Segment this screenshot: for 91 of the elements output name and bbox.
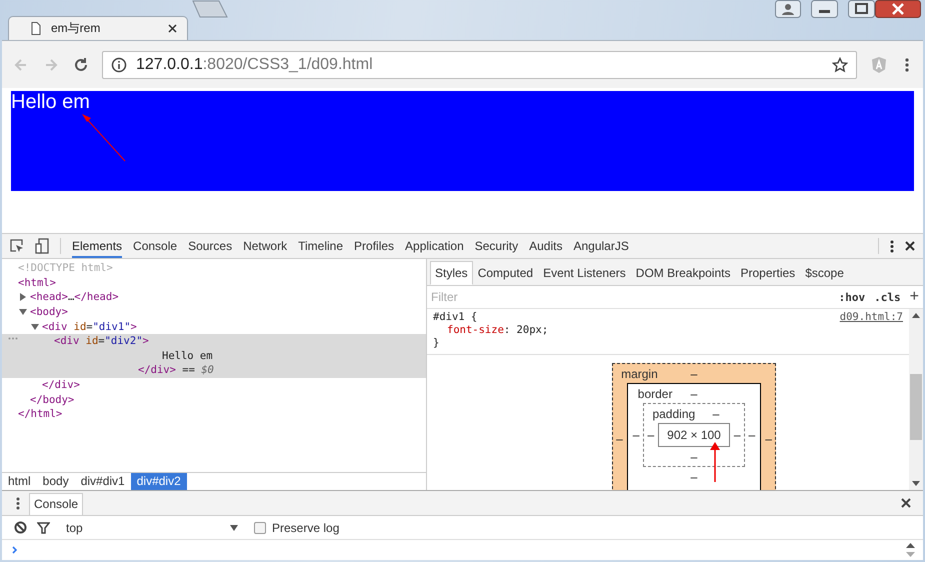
add-rule-button[interactable]: +: [910, 288, 919, 306]
dom-node-text[interactable]: </div>: [42, 379, 80, 392]
source-link[interactable]: d09.html:7: [840, 311, 903, 324]
maximize-button[interactable]: [848, 0, 875, 18]
devtools-tab[interactable]: Profiles: [354, 234, 394, 258]
close-icon[interactable]: [905, 241, 915, 251]
disclosure-triangle-icon[interactable]: [19, 293, 27, 302]
box-value: –: [646, 428, 656, 442]
close-icon[interactable]: [901, 498, 911, 508]
devtools-tab[interactable]: Network: [243, 234, 288, 258]
menu-icon[interactable]: [890, 240, 894, 252]
dom-node-text[interactable]: Hello em: [162, 350, 213, 362]
css-declaration: font-size: 20px;: [446, 324, 550, 337]
box-value: –: [690, 470, 698, 484]
document-icon: [31, 22, 41, 35]
box-label: margin: [621, 367, 658, 381]
info-icon[interactable]: [111, 56, 127, 72]
dom-node-text[interactable]: </html>: [18, 408, 62, 420]
devtools-tab[interactable]: Timeline: [298, 234, 344, 258]
content-size: 902 × 100: [658, 423, 730, 447]
devtools-tab[interactable]: Console: [133, 234, 178, 258]
browser-tab[interactable]: em与rem: [8, 16, 188, 40]
breadcrumb-item[interactable]: body: [36, 473, 75, 490]
box-label: padding: [652, 407, 696, 421]
styles-tab[interactable]: Computed: [472, 261, 538, 285]
preserve-log-checkbox[interactable]: [254, 522, 266, 534]
scroll-arrows-icon[interactable]: [906, 542, 915, 558]
star-icon[interactable]: [832, 56, 848, 72]
devtools-tab[interactable]: Sources: [188, 234, 232, 258]
prompt-chevron-icon: [12, 546, 18, 554]
dom-node-text[interactable]: <body>: [30, 306, 68, 318]
dom-node-text[interactable]: </body>: [30, 394, 74, 406]
device-icon[interactable]: [35, 238, 49, 254]
box-value: –: [748, 428, 756, 442]
scroll-down-icon[interactable]: [912, 481, 920, 486]
reload-button[interactable]: [72, 56, 90, 74]
inspect-icon[interactable]: [10, 239, 24, 253]
address-bar[interactable]: 127.0.0.1:8020/CSS3_1/d09.html: [102, 50, 857, 78]
dom-node-text[interactable]: <div id="div2">: [54, 335, 149, 348]
devtools-tab[interactable]: Elements: [72, 234, 122, 258]
styles-tab[interactable]: DOM Breakpoints: [630, 261, 736, 285]
drawer-tab[interactable]: Console: [29, 493, 84, 515]
dom-node-text[interactable]: </div> == $0: [138, 364, 214, 376]
page-text: Hello em: [11, 91, 90, 113]
box-value: –: [690, 366, 698, 380]
caret-icon[interactable]: [230, 524, 238, 530]
box-value: –: [615, 432, 624, 446]
close-button[interactable]: [875, 0, 921, 18]
scroll-up-icon[interactable]: [912, 313, 920, 318]
box-value: –: [732, 428, 742, 442]
css-brace: }: [433, 337, 440, 350]
user-icon[interactable]: [775, 0, 801, 18]
dom-node-text[interactable]: <div id="div1">: [42, 320, 137, 333]
breadcrumb-item[interactable]: html: [2, 473, 37, 490]
context-select[interactable]: top: [60, 520, 238, 534]
annotation-arrow: [81, 113, 127, 163]
close-icon[interactable]: [168, 24, 177, 33]
box-value: –: [690, 450, 698, 464]
hov-button[interactable]: :hov: [838, 290, 866, 304]
styles-tab[interactable]: Styles: [430, 261, 473, 285]
devtools-tab[interactable]: Audits: [529, 234, 562, 258]
styles-tab[interactable]: Properties: [735, 261, 800, 285]
checkbox-label: Preserve log: [272, 520, 340, 534]
menu-icon[interactable]: [905, 58, 909, 72]
disclosure-triangle-icon[interactable]: [19, 308, 27, 316]
dom-node-text[interactable]: <head>…</head>: [30, 291, 119, 304]
breadcrumb-item[interactable]: div#div1: [74, 473, 131, 490]
menu-icon[interactable]: [16, 496, 20, 510]
devtools-tab[interactable]: Application: [405, 234, 464, 258]
clear-console-icon[interactable]: [14, 521, 27, 534]
styles-tab[interactable]: Event Listeners: [538, 261, 631, 285]
breadcrumb-item[interactable]: div#div2: [130, 473, 187, 490]
box-label: border: [638, 387, 672, 401]
box-value: –: [690, 386, 698, 400]
url-text: 127.0.0.1:8020/CSS3_1/d09.html: [136, 56, 373, 74]
minimize-button[interactable]: [811, 0, 838, 18]
css-selector: #div1 {: [433, 311, 478, 324]
devtools-tab[interactable]: Security: [474, 234, 518, 258]
filter-field[interactable]: Filter: [431, 290, 830, 304]
devtools-tab[interactable]: AngularJS: [573, 234, 629, 258]
styles-tab[interactable]: $scope: [800, 261, 849, 285]
cls-button[interactable]: .cls: [874, 290, 901, 304]
scrollbar[interactable]: [909, 309, 923, 490]
box-value: –: [632, 428, 640, 442]
box-value: –: [712, 406, 720, 420]
box-value: –: [764, 432, 773, 446]
filter-icon[interactable]: [37, 522, 50, 534]
tab-title: em与rem: [51, 20, 102, 37]
disclosure-triangle-icon[interactable]: [31, 322, 39, 331]
annotation-arrow: [710, 442, 720, 482]
dom-node-text[interactable]: <html>: [18, 276, 56, 289]
